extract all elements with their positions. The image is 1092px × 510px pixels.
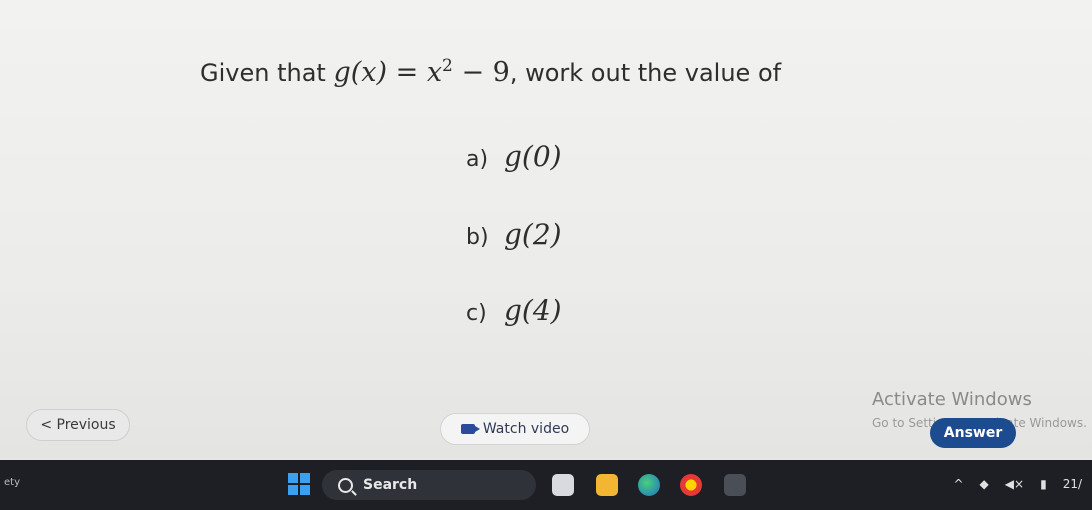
part-expression: g(4) xyxy=(504,294,562,327)
system-tray: ^ ◆ ◀× ▮ 21/ xyxy=(953,477,1082,491)
question-screen: Given that g(x) = x2 − 9, work out the v… xyxy=(0,0,1092,458)
answer-button[interactable]: Answer xyxy=(930,418,1016,448)
file-explorer-icon[interactable] xyxy=(596,474,618,496)
question-outro: , work out the value of xyxy=(509,59,782,87)
part-expression: g(2) xyxy=(504,218,562,251)
function-exponent: 2 xyxy=(442,56,453,76)
windows-start-icon[interactable] xyxy=(288,473,310,495)
video-camera-icon xyxy=(460,424,480,434)
function-definition: g(x) = x2 − 9 xyxy=(333,56,510,88)
clock-text[interactable]: 21/ xyxy=(1063,477,1082,491)
part-c: c) g(4) xyxy=(466,294,562,327)
part-b: b) g(2) xyxy=(466,218,562,251)
function-rhs: − 9 xyxy=(452,57,510,88)
edge-browser-icon[interactable] xyxy=(638,474,660,496)
camera-app-icon[interactable] xyxy=(724,474,746,496)
part-a: a) g(0) xyxy=(466,140,562,173)
question-intro: Given that xyxy=(200,59,326,87)
chevron-up-icon[interactable]: ^ xyxy=(953,477,963,491)
search-icon xyxy=(338,477,353,493)
part-label: a) xyxy=(466,147,489,172)
taskbar-left-text: ety xyxy=(4,477,20,488)
windows-taskbar: ety Search ^ ◆ ◀× ▮ 21/ xyxy=(0,460,1092,510)
part-label: c) xyxy=(466,301,487,326)
activate-windows-title: Activate Windows xyxy=(872,389,1032,410)
part-label: b) xyxy=(466,225,489,250)
search-label: Search xyxy=(363,477,418,493)
volume-icon[interactable]: ◀× xyxy=(1005,477,1024,491)
taskbar-search-box[interactable]: Search xyxy=(322,470,536,500)
previous-button[interactable]: < Previous xyxy=(26,409,130,441)
wifi-icon[interactable]: ◆ xyxy=(980,477,989,491)
part-expression: g(0) xyxy=(504,140,562,173)
task-view-icon[interactable] xyxy=(552,474,574,496)
watch-video-label: Watch video xyxy=(482,421,570,437)
question-text: Given that g(x) = x2 − 9, work out the v… xyxy=(200,56,781,88)
function-lhs: g(x) = x xyxy=(333,57,443,88)
chrome-browser-icon[interactable] xyxy=(680,474,702,496)
battery-icon[interactable]: ▮ xyxy=(1040,477,1047,491)
watch-video-button[interactable]: Watch video xyxy=(440,413,590,445)
